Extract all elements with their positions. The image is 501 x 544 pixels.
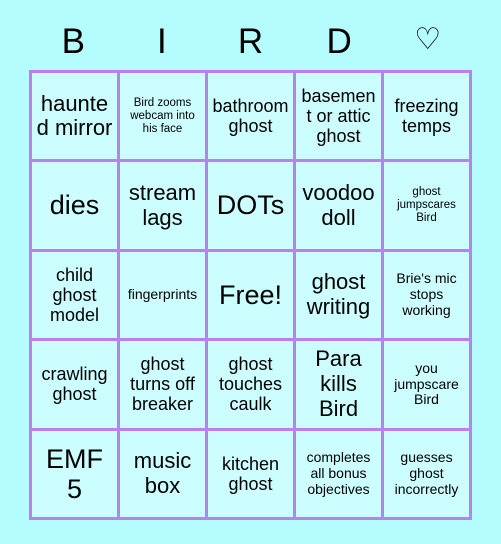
bingo-cell-label: Para kills Bird	[315, 346, 362, 421]
header-letter-i: I	[157, 21, 167, 61]
bingo-cell-label: ghost jumpscares Bird	[397, 186, 456, 225]
bingo-cell-label: Brie's mic stops working	[396, 270, 457, 318]
bingo-cell-label: EMF 5	[46, 443, 103, 504]
bingo-cell[interactable]: EMF 5	[32, 430, 117, 517]
bingo-cell[interactable]: haunted mirror	[32, 73, 117, 160]
bingo-cell-free[interactable]: Free!	[208, 251, 293, 339]
bingo-cell[interactable]: dies	[32, 162, 117, 249]
header-letter-r: R	[237, 21, 264, 61]
bingo-cell-label: dies	[49, 190, 100, 221]
bingo-cell[interactable]: basement or attic ghost	[296, 73, 381, 160]
bingo-cell[interactable]: DOTs	[208, 162, 293, 249]
header-letter-d: D	[326, 21, 352, 61]
bingo-cell-label: child ghost model	[49, 264, 100, 326]
bingo-cell[interactable]: freezing temps	[384, 73, 469, 160]
header-letter-b: B	[61, 21, 85, 61]
bingo-cell-label: haunted mirror	[36, 90, 113, 141]
bingo-cell-label: crawling ghost	[41, 364, 108, 405]
bingo-cell[interactable]: voodoo doll	[296, 162, 381, 249]
bingo-cell-label: fingerprints	[127, 286, 198, 303]
bingo-cell-label: guesses ghost incorrectly	[394, 449, 459, 497]
bingo-cell[interactable]: bathroom ghost	[208, 73, 293, 160]
bingo-cell[interactable]: guesses ghost incorrectly	[384, 430, 469, 517]
bingo-cell-label: music box	[133, 448, 192, 498]
bingo-cell[interactable]: fingerprints	[120, 251, 205, 339]
bingo-cell-label: ghost turns off breaker	[130, 354, 195, 415]
bingo-cell[interactable]: ghost jumpscares Bird	[384, 162, 469, 249]
bingo-cell[interactable]: crawling ghost	[32, 341, 117, 428]
bingo-cell[interactable]: stream lags	[120, 162, 205, 249]
bingo-cell-label: you jumpscare Bird	[394, 359, 459, 408]
bingo-cell[interactable]: ghost touches caulk	[208, 341, 293, 428]
bingo-cell-label: basement or attic ghost	[301, 85, 376, 147]
heart-outline-icon: ♡	[414, 23, 442, 56]
bingo-card: B I R D ♡ haunted mirror Bird zooms webcam in…	[0, 0, 501, 544]
bingo-cell-label: kitchen ghost	[221, 453, 280, 494]
bingo-cell[interactable]: Bird zooms webcam into his face	[120, 73, 205, 160]
bingo-header: B I R D ♡	[29, 14, 472, 68]
bingo-cell[interactable]: music box	[120, 430, 205, 517]
bingo-cell-label: voodoo doll	[302, 179, 375, 230]
bingo-cell[interactable]: Brie's mic stops working	[384, 251, 469, 339]
bingo-cell-label: Free!	[218, 279, 283, 310]
bingo-cell[interactable]: kitchen ghost	[208, 430, 293, 517]
bingo-cell-label: stream lags	[128, 179, 197, 230]
bingo-cell[interactable]: you jumpscare Bird	[384, 341, 469, 428]
bingo-cell[interactable]: ghost writing	[296, 251, 381, 339]
bingo-cell[interactable]: completes all bonus objectives	[296, 430, 381, 517]
bingo-cell-label: Bird zooms webcam into his face	[130, 96, 195, 135]
bingo-cell-label: bathroom ghost	[212, 96, 289, 137]
bingo-cell-label: completes all bonus objectives	[306, 449, 371, 497]
bingo-cell-label: freezing temps	[394, 96, 459, 137]
bingo-cell-label: ghost writing	[306, 269, 371, 319]
bingo-cell-label: ghost touches caulk	[218, 354, 283, 415]
bingo-cell[interactable]: ghost turns off breaker	[120, 341, 205, 428]
bingo-cell[interactable]: child ghost model	[32, 251, 117, 339]
bingo-grid: haunted mirror Bird zooms webcam into his…	[29, 70, 472, 520]
bingo-cell[interactable]: Para kills Bird	[296, 341, 381, 428]
bingo-cell-label: DOTs	[216, 190, 285, 221]
